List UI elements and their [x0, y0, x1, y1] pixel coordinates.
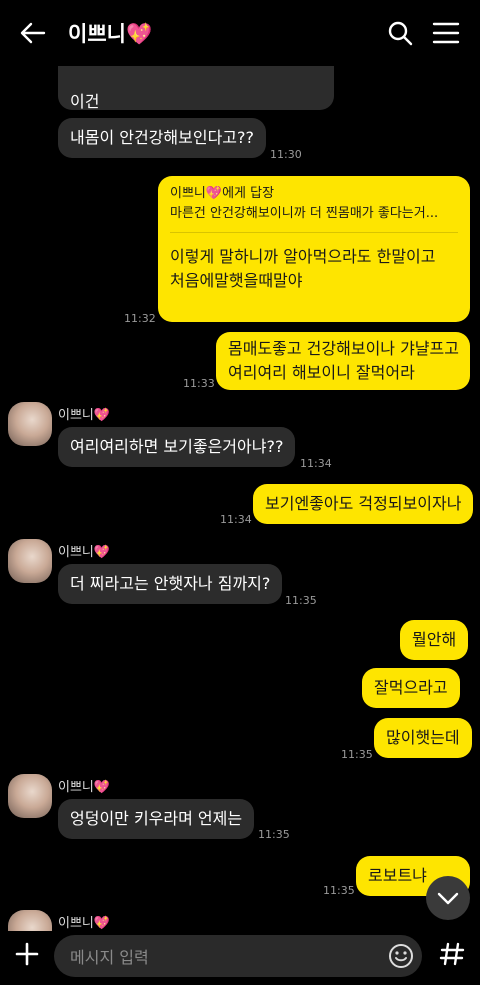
message-bubble-incoming[interactable]: 여리여리하면 보기좋은거아냐?? [58, 427, 296, 467]
avatar[interactable] [8, 539, 52, 583]
message-text: 보기엔좋아도 걱정되보이자나 [265, 494, 462, 513]
message-bubble-outgoing[interactable]: 많이햇는데 [374, 718, 472, 758]
message-bubble-incoming[interactable]: 내몸이 안건강해보인다고?? [58, 118, 266, 158]
reply-message-bubble[interactable]: 이쁘니💖에게 답장 마른건 안건강해보이니까 더 찐몸매가 좋다는거... 이렇… [158, 176, 470, 322]
avatar[interactable] [8, 910, 52, 931]
scroll-to-bottom-button[interactable] [426, 876, 470, 920]
message-text: 로보트냐 [368, 866, 427, 885]
message-time: 11:32 [124, 312, 156, 325]
message-text: 여리여리하면 보기좋은거아냐?? [70, 437, 284, 456]
message-input[interactable] [68, 935, 372, 979]
reply-divider [170, 232, 458, 233]
avatar[interactable] [8, 774, 52, 818]
message-bubble-incoming[interactable]: 엉덩이만 키우라며 언제는 [58, 799, 255, 839]
reply-to-label: 이쁘니💖에게 답장 [170, 186, 275, 201]
message-bubble-outgoing[interactable]: 뭘안해 [400, 620, 469, 660]
sender-name: 이쁘니💖 [58, 408, 111, 423]
hash-icon[interactable] [437, 939, 467, 969]
message-text: 내몸이 안건강해보인다고?? [70, 128, 254, 147]
plus-icon[interactable] [12, 939, 42, 969]
message-time: 11:30 [270, 148, 302, 161]
message-time: 11:34 [300, 457, 332, 470]
chat-header: 이쁘니💖 [0, 0, 480, 64]
message-text: 여리여리 해보이니 잘먹어라 [228, 363, 415, 382]
message-time: 11:35 [323, 884, 355, 897]
chat-title: 이쁘니💖 [68, 22, 153, 46]
search-icon[interactable] [385, 18, 415, 48]
message-bubble-outgoing[interactable]: 보기엔좋아도 걱정되보이자나 [253, 484, 474, 524]
message-bubble-incoming[interactable]: 이건 [58, 66, 334, 111]
arrow-left-icon[interactable] [18, 18, 48, 48]
message-text: 더 찌라고는 안햇자나 짐까지? [70, 574, 271, 593]
message-bubble-outgoing[interactable]: 몸매도좋고 건강해보이나 갸냘프고 여리여리 해보이니 잘먹어라 [216, 332, 470, 390]
message-text: 뭘안해 [412, 630, 457, 649]
message-composer [0, 931, 480, 985]
message-text: 이건 [70, 92, 100, 111]
message-bubble-incoming[interactable]: 더 찌라고는 안햇자나 짐까지? [58, 564, 283, 604]
message-time: 11:33 [183, 377, 215, 390]
sender-name: 이쁘니💖 [58, 545, 111, 560]
message-text: 처음에말햇을때말야 [170, 271, 303, 290]
message-time: 11:35 [341, 748, 373, 761]
message-list[interactable]: 이건 내몸이 안건강해보인다고?? 11:30 이쁘니💖에게 답장 마른건 안건… [0, 64, 480, 931]
message-bubble-outgoing[interactable]: 잘먹으라고 [362, 668, 460, 708]
message-text: 엉덩이만 키우라며 언제는 [70, 809, 243, 828]
avatar[interactable] [8, 402, 52, 446]
hamburger-icon[interactable] [431, 18, 461, 48]
emoji-icon[interactable] [388, 943, 414, 969]
message-text: 잘먹으라고 [374, 678, 448, 697]
chevron-down-icon [437, 892, 459, 905]
message-text: 많이햇는데 [386, 728, 460, 747]
sender-name: 이쁘니💖 [58, 916, 111, 931]
message-time: 11:34 [220, 513, 252, 526]
message-text: 몸매도좋고 건강해보이나 갸냘프고 [228, 339, 459, 358]
reply-quote-text: 마른건 안건강해보이니까 더 찐몸매가 좋다는거... [170, 206, 439, 221]
message-time: 11:35 [258, 828, 290, 841]
message-time: 11:35 [285, 594, 317, 607]
sender-name: 이쁘니💖 [58, 780, 111, 795]
message-input-container [54, 935, 422, 979]
message-text: 이렇게 말하니까 알아먹으라도 한말이고 [170, 247, 436, 266]
